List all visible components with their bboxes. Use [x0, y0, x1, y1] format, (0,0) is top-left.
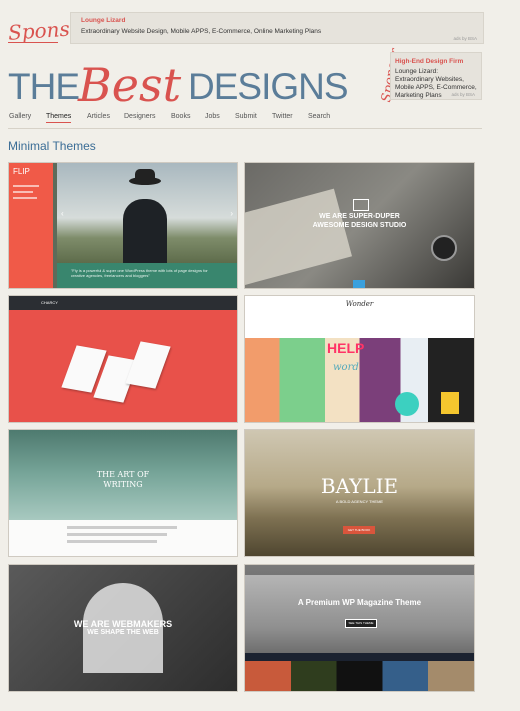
charcy-brand: CHARCY: [41, 300, 58, 305]
theme-thumb-magazine[interactable]: A Premium WP Magazine Theme SEE THIS THE…: [245, 565, 474, 691]
theme-thumb-flip[interactable]: FLIP ‹ › "Fly is a powerful & super one …: [9, 163, 237, 288]
flip-caption: "Fly is a powerful & super one WordPress…: [71, 268, 208, 278]
ads-by-label[interactable]: ads by BSA: [451, 92, 475, 97]
wonder-brand: Wonder: [345, 300, 374, 308]
site-logo[interactable]: THE Best DESIGNS: [8, 58, 349, 112]
logo-best: Best: [78, 58, 182, 112]
menu-line: [13, 191, 33, 193]
sponsor-ad-top[interactable]: Lounge Lizard Extraordinary Website Desi…: [70, 12, 484, 44]
magazine-topbar: [245, 565, 474, 575]
sponsor-ad-right[interactable]: High-End Design Firm Lounge Lizard: Extr…: [390, 52, 482, 100]
ad-text: Extraordinary Website Design, Mobile APP…: [81, 28, 322, 35]
theme-thumb-studio[interactable]: WE ARE SUPER-DUPER AWESOME DESIGN STUDIO: [245, 163, 474, 288]
main-nav: Gallery Themes Articles Designers Books …: [0, 113, 484, 127]
baylie-subtitle: A BOLD AGENCY THEME: [335, 499, 384, 504]
nav-gallery[interactable]: Gallery: [9, 113, 31, 120]
nav-search[interactable]: Search: [308, 113, 330, 120]
circle-deco: [395, 392, 419, 416]
baylie-title: BAYLIE: [320, 474, 399, 498]
writing-title-1: THE ART OF: [96, 470, 150, 479]
studio-logo-icon: [353, 199, 369, 211]
wonder-help: HELP: [327, 340, 365, 356]
watch: [431, 235, 457, 261]
slider-prev-icon[interactable]: ‹: [61, 209, 64, 218]
hat-top: [135, 169, 155, 181]
charcy-header: CHARCY: [9, 296, 237, 310]
text-line: [67, 540, 157, 543]
flip-caption-bar: "Fly is a powerful & super one WordPress…: [57, 263, 237, 288]
sponsor-underline: [8, 42, 58, 43]
sponsor-banner-right: Sponsor High-End Design Firm Lounge Liza…: [372, 48, 482, 103]
nav-divider: [8, 128, 482, 129]
flip-logo: FLIP: [13, 167, 30, 176]
theme-thumb-baylie[interactable]: BAYLIE A BOLD AGENCY THEME GET THE BOOK: [245, 430, 474, 556]
nav-submit[interactable]: Submit: [235, 113, 257, 120]
sponsor-banner-top: Sponsor Lounge Lizard Extraordinary Webs…: [0, 8, 484, 50]
wonder-word: word: [333, 362, 359, 373]
logo-designs: DESIGNS: [188, 66, 349, 107]
ads-by-label[interactable]: ads by BSA: [453, 36, 477, 41]
menu-line: [13, 185, 39, 187]
baylie-button[interactable]: GET THE BOOK: [343, 526, 375, 534]
menu-line: [13, 197, 37, 199]
ad-title[interactable]: High-End Design Firm: [395, 58, 477, 65]
nav-twitter[interactable]: Twitter: [272, 113, 293, 120]
slider-next-icon[interactable]: ›: [230, 209, 233, 218]
nav-themes[interactable]: Themes: [46, 113, 72, 123]
nav-designers[interactable]: Designers: [124, 113, 156, 120]
text-line: [67, 533, 167, 536]
webmakers-title-1: WE ARE WEBMAKERS: [73, 619, 173, 629]
magazine-thumbs-row: [245, 661, 474, 691]
nav-books[interactable]: Books: [171, 113, 190, 120]
magazine-nav: [245, 653, 474, 661]
notebook: [245, 188, 353, 288]
flip-hero-photo: ‹ ›: [57, 163, 237, 263]
studio-title-2: AWESOME DESIGN STUDIO: [312, 222, 407, 229]
writing-hero: THE ART OF WRITING: [9, 430, 237, 520]
magazine-button[interactable]: SEE THIS THEME: [345, 619, 377, 628]
webmakers-title-2: WE SHAPE THE WEB: [87, 629, 159, 636]
man-back: [123, 199, 167, 263]
magazine-title: A Premium WP Magazine Theme: [297, 598, 422, 607]
scroll-down-icon[interactable]: [353, 280, 365, 288]
text-line: [67, 526, 177, 529]
writing-title-2: WRITING: [103, 480, 143, 489]
logo-the: THE: [8, 66, 80, 107]
ad-title[interactable]: Lounge Lizard: [81, 17, 125, 24]
nav-jobs[interactable]: Jobs: [205, 113, 220, 120]
flip-sidebar: FLIP: [9, 163, 53, 288]
theme-thumb-charcy[interactable]: CHARCY: [9, 296, 237, 422]
studio-title-1: WE ARE SUPER-DUPER: [319, 213, 400, 220]
theme-thumb-wonder[interactable]: Wonder HELP word: [245, 296, 474, 422]
theme-thumb-webmakers[interactable]: WE ARE WEBMAKERS WE SHAPE THE WEB: [9, 565, 237, 691]
mockup-card: [125, 341, 171, 389]
section-title: Minimal Themes: [8, 139, 96, 153]
theme-thumb-writing[interactable]: THE ART OF WRITING: [9, 430, 237, 556]
nav-articles[interactable]: Articles: [87, 113, 110, 120]
smiley-tile: [441, 392, 459, 414]
